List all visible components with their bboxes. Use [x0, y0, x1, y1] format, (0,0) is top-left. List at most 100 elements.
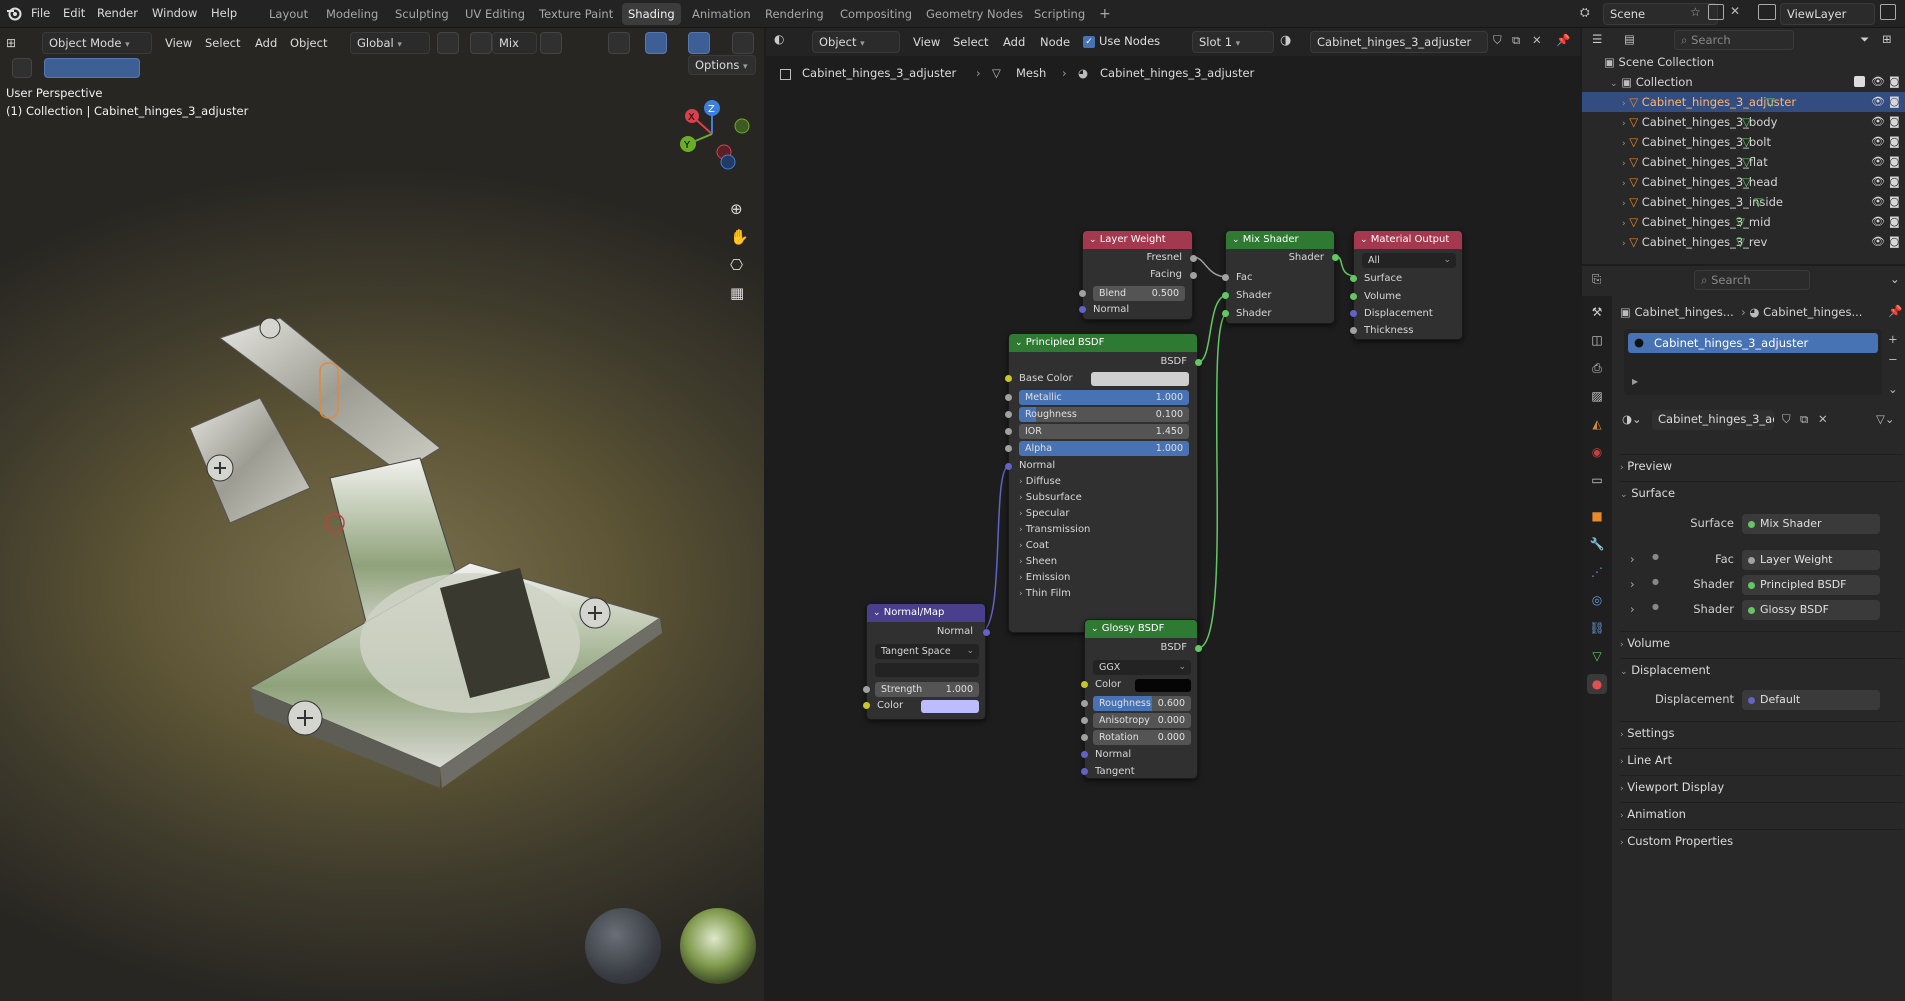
visibility-eye-icon[interactable]: 👁: [1871, 152, 1885, 172]
visibility-icon[interactable]: [608, 32, 630, 54]
render-camera-icon[interactable]: ◙: [1889, 112, 1900, 132]
section-displacement[interactable]: ⌄ Displacement: [1620, 658, 1903, 680]
visibility-eye-icon[interactable]: 👁: [1871, 112, 1885, 132]
xray-icon[interactable]: [732, 32, 754, 54]
outliner-object-row[interactable]: › ▽ Cabinet_hinges_3_body ▽ 👁 ◙: [1582, 112, 1905, 132]
outliner-object-row[interactable]: › ▽ Cabinet_hinges_3_adjuster ▽ 👁 ◙: [1582, 92, 1905, 112]
mesh-data-icon[interactable]: ▽: [1742, 172, 1751, 192]
glossy-roughness-slider[interactable]: Roughness 0.600: [1093, 696, 1191, 711]
browse-material-icon[interactable]: ◑⌄: [1622, 412, 1642, 426]
section-viewport-display[interactable]: › Viewport Display: [1620, 775, 1903, 797]
particles-tab-icon[interactable]: ⋰: [1587, 562, 1607, 582]
material-unlink-icon[interactable]: ✕: [1818, 412, 1828, 426]
add-slot-icon[interactable]: +: [1888, 332, 1898, 346]
panel-diffuse[interactable]: › Diffuse: [1009, 474, 1197, 490]
material-duplicate-icon[interactable]: ⧉: [1800, 412, 1808, 427]
props-options-icon[interactable]: ⌄: [1890, 272, 1900, 286]
collection-render-icon[interactable]: ◙: [1889, 72, 1900, 92]
mesh-data-icon[interactable]: ▽: [1736, 232, 1745, 252]
output-surface-socket[interactable]: [1350, 275, 1357, 282]
mix-shader1-socket[interactable]: [1222, 292, 1229, 299]
mesh-data-icon[interactable]: ▽: [1742, 132, 1751, 152]
new-collection-icon[interactable]: ⊞: [1882, 32, 1892, 46]
mesh-data-icon[interactable]: ▽: [1766, 92, 1775, 112]
material-tab-icon[interactable]: ●: [1587, 674, 1607, 694]
collection-tab-icon[interactable]: ▭: [1587, 470, 1607, 490]
ior-slider[interactable]: IOR 1.450: [1019, 424, 1189, 439]
expand-icon[interactable]: ›: [1622, 179, 1626, 189]
props-crumb-object[interactable]: Cabinet_hinges...: [1635, 305, 1734, 319]
ior-socket[interactable]: [1005, 428, 1012, 435]
visibility-eye-icon[interactable]: 👁: [1871, 212, 1885, 232]
expand-icon[interactable]: ›: [1622, 119, 1626, 129]
glossy-tangent-socket[interactable]: [1081, 768, 1088, 775]
tab-shading[interactable]: Shading: [622, 3, 681, 25]
section-volume[interactable]: › Volume: [1620, 631, 1903, 653]
mesh-data-icon[interactable]: ▽: [1742, 152, 1751, 172]
render-camera-icon[interactable]: ◙: [1889, 192, 1900, 212]
view-layer-selector[interactable]: ViewLayer: [1780, 3, 1875, 25]
panel-coat[interactable]: › Coat: [1009, 538, 1197, 554]
tab-compositing[interactable]: Compositing: [834, 3, 918, 25]
base-color-socket[interactable]: [1005, 375, 1012, 382]
expand-icon[interactable]: ›: [1622, 239, 1626, 249]
layer-weight-header[interactable]: ⌄ Layer Weight: [1083, 231, 1192, 249]
render-camera-icon[interactable]: ◙: [1889, 92, 1900, 112]
object-name[interactable]: Cabinet_hinges_3_bolt: [1642, 135, 1771, 149]
panel-sheen[interactable]: › Sheen: [1009, 554, 1197, 570]
tab-scripting[interactable]: Scripting: [1028, 3, 1091, 25]
glossy-distribution-dropdown[interactable]: GGX ⌄: [1093, 660, 1191, 675]
menu-edit[interactable]: Edit: [63, 6, 85, 20]
object-mode-dropdown[interactable]: Object Mode ▾: [42, 32, 152, 54]
section-settings[interactable]: › Settings: [1620, 721, 1903, 743]
mesh-data-icon[interactable]: ▽: [1742, 112, 1751, 132]
props-editor-icon[interactable]: ⎘: [1592, 272, 1601, 287]
zoom-icon[interactable]: ⊕: [730, 200, 743, 218]
remove-scene-icon[interactable]: ✕: [1730, 4, 1740, 18]
displacement-input-field[interactable]: Default: [1742, 690, 1880, 710]
base-color-swatch[interactable]: [1091, 372, 1189, 386]
alpha-socket[interactable]: [1005, 445, 1012, 452]
section-animation[interactable]: › Animation: [1620, 802, 1903, 824]
fresnel-socket[interactable]: [1190, 255, 1197, 262]
material-output-header[interactable]: ⌄ Material Output: [1354, 231, 1462, 249]
glossy-bsdf-socket[interactable]: [1195, 645, 1202, 652]
normal-map-output-socket[interactable]: [983, 629, 990, 636]
material-output-node[interactable]: ⌄ Material Output All ⌄ Surface Volume Di…: [1350, 230, 1463, 340]
uv-map-field[interactable]: [875, 663, 979, 677]
scene-icon[interactable]: ⛭: [1580, 5, 1600, 23]
roughness-socket[interactable]: [1005, 411, 1012, 418]
slot-expand-icon[interactable]: ▶: [1632, 377, 1638, 386]
outliner-object-row[interactable]: › ▽ Cabinet_hinges_3_flat ▽ 👁 ◙: [1582, 152, 1905, 172]
filter-icon[interactable]: ⏷: [1860, 32, 1869, 47]
world-tab-icon[interactable]: ◉: [1587, 442, 1607, 462]
pan-hand-icon[interactable]: ✋: [730, 228, 749, 246]
select-tool-icon[interactable]: [12, 58, 32, 78]
pin-icon[interactable]: ☆: [1690, 5, 1701, 19]
expand-icon[interactable]: ›: [1622, 219, 1626, 229]
mesh-data-icon[interactable]: ▽: [1736, 212, 1745, 232]
menu-help[interactable]: Help: [211, 6, 237, 20]
shader1-input-field[interactable]: Principled BSDF: [1742, 575, 1880, 595]
output-volume-socket[interactable]: [1350, 293, 1357, 300]
outliner-object-row[interactable]: › ▽ Cabinet_hinges_3_head ▽ 👁 ◙: [1582, 172, 1905, 192]
panel-subsurface[interactable]: › Subsurface: [1009, 490, 1197, 506]
mix-shader-node[interactable]: ⌄ Mix Shader Shader Fac Shader Shader: [1222, 230, 1339, 324]
outliner-object-row[interactable]: › ▽ Cabinet_hinges_3_rev ▽ 👁 ◙: [1582, 232, 1905, 252]
render-camera-icon[interactable]: ◙: [1889, 232, 1900, 252]
mix-fac-socket[interactable]: [1222, 274, 1229, 281]
blend-slider[interactable]: Blend 0.500: [1093, 286, 1185, 301]
render-camera-icon[interactable]: ◙: [1889, 212, 1900, 232]
properties-editor[interactable]: ⎘ ⌕ Search ⌄ ⚒ ◫ ⎙ ▨ ◭ ◉ ▭ ■ 🔧 ⋰ ◎ ⛓ ▽ ●…: [1582, 266, 1905, 1001]
visibility-eye-icon[interactable]: 👁: [1871, 132, 1885, 152]
shader2-input-field[interactable]: Glossy BSDF: [1742, 600, 1880, 620]
props-crumb-material[interactable]: Cabinet_hinges...: [1763, 305, 1862, 319]
outliner-object-row[interactable]: › ▽ Cabinet_hinges_3_inside ▽ 👁 ◙: [1582, 192, 1905, 212]
tab-sculpting[interactable]: Sculpting: [389, 3, 455, 25]
visibility-eye-icon[interactable]: 👁: [1871, 172, 1885, 192]
metallic-socket[interactable]: [1005, 394, 1012, 401]
material-datablock-field[interactable]: Cabinet_hinges_3_adjuster: [1652, 410, 1774, 430]
view-layer-tab-icon[interactable]: ▨: [1587, 386, 1607, 406]
strength-slider[interactable]: Strength 1.000: [875, 682, 979, 697]
render-camera-icon[interactable]: ◙: [1889, 132, 1900, 152]
